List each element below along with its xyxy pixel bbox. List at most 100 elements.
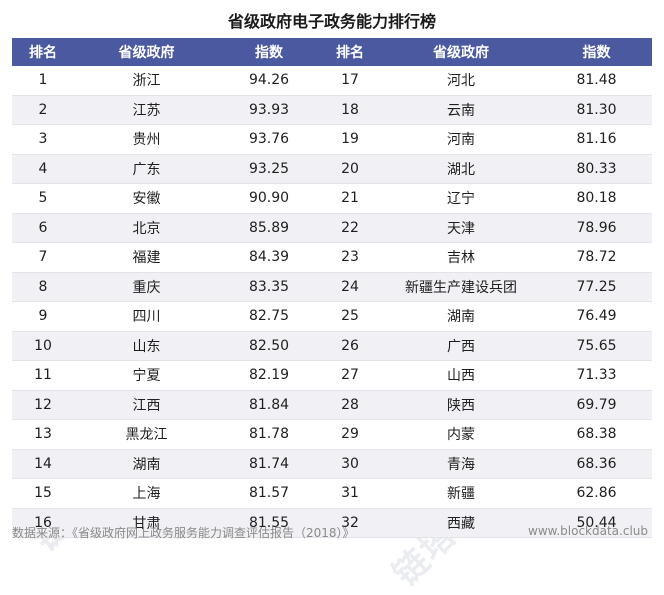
rank-cell: 5 (12, 183, 74, 214)
index-cell: 93.93 (219, 95, 319, 125)
province-cell: 重庆 (74, 272, 219, 302)
rank-cell: 27 (319, 360, 381, 391)
rank-cell: 18 (319, 95, 381, 125)
province-cell: 广东 (74, 154, 219, 184)
province-cell: 新疆生产建设兵团 (381, 272, 541, 302)
index-cell: 81.57 (219, 478, 319, 509)
rank-cell: 10 (12, 331, 74, 361)
table-row: 10 山东 82.50 26 广西 75.65 (12, 331, 652, 361)
index-cell: 68.38 (541, 419, 652, 450)
table-row: 1 浙江 94.26 17 河北 81.48 (12, 66, 652, 96)
rank-cell: 23 (319, 242, 381, 273)
rank-cell: 4 (12, 154, 74, 184)
province-cell: 辽宁 (381, 183, 541, 214)
province-cell: 新疆 (381, 478, 541, 509)
table-row: 13 黑龙江 81.78 29 内蒙 68.38 (12, 419, 652, 450)
index-cell: 78.72 (541, 242, 652, 273)
rank-cell: 9 (12, 301, 74, 332)
rank-cell: 15 (12, 478, 74, 509)
index-cell: 93.76 (219, 124, 319, 155)
rank-cell: 2 (12, 95, 74, 125)
rank-cell: 30 (319, 449, 381, 479)
rank-cell: 13 (12, 419, 74, 450)
index-cell: 81.16 (541, 124, 652, 155)
index-cell: 85.89 (219, 213, 319, 243)
index-cell: 71.33 (541, 360, 652, 391)
province-cell: 贵州 (74, 124, 219, 155)
province-cell: 四川 (74, 301, 219, 332)
ranking-table: 排名 省级政府 指数 排名 省级政府 指数 1 浙江 94.26 17 河北 81.48 2… (12, 38, 652, 538)
table-row: 4 广东 93.25 20 湖北 80.33 (12, 154, 652, 184)
table-row: 12 江西 81.84 28 陕西 69.79 (12, 390, 652, 420)
rank-cell: 22 (319, 213, 381, 243)
table-row: 7 福建 84.39 23 吉林 78.72 (12, 242, 652, 273)
index-cell: 81.84 (219, 390, 319, 420)
index-cell: 82.75 (219, 301, 319, 332)
rank-cell: 24 (319, 272, 381, 302)
index-cell: 80.33 (541, 154, 652, 184)
index-cell: 81.48 (541, 66, 652, 96)
province-cell: 云南 (381, 95, 541, 125)
rank-cell: 25 (319, 301, 381, 332)
table-row: 6 北京 85.89 22 天津 78.96 (12, 213, 652, 243)
index-cell: 76.49 (541, 301, 652, 332)
table-row: 14 湖南 81.74 30 青海 68.36 (12, 449, 652, 479)
province-cell: 山西 (381, 360, 541, 391)
rank-cell: 3 (12, 124, 74, 155)
rank-cell: 21 (319, 183, 381, 214)
province-cell: 天津 (381, 213, 541, 243)
rank-cell: 12 (12, 390, 74, 420)
index-cell: 93.25 (219, 154, 319, 184)
page-title: 省级政府电子政务能力排行榜 (227, 12, 436, 31)
province-cell: 上海 (74, 478, 219, 509)
index-cell: 75.65 (541, 331, 652, 361)
header-province: 省级政府 (74, 38, 219, 66)
index-cell: 81.74 (219, 449, 319, 479)
province-cell: 江西 (74, 390, 219, 420)
header-rank: 排名 (319, 38, 381, 66)
index-cell: 80.18 (541, 183, 652, 214)
index-cell: 69.79 (541, 390, 652, 420)
index-cell: 81.30 (541, 95, 652, 125)
province-cell: 陕西 (381, 390, 541, 420)
province-cell: 江苏 (74, 95, 219, 125)
province-cell: 湖北 (381, 154, 541, 184)
index-cell: 81.78 (219, 419, 319, 450)
rank-cell: 29 (319, 419, 381, 450)
province-cell: 山东 (74, 331, 219, 361)
rank-cell: 31 (319, 478, 381, 509)
table-row: 3 贵州 93.76 19 河南 81.16 (12, 124, 652, 155)
province-cell: 河北 (381, 66, 541, 96)
table-header-row: 排名 省级政府 指数 排名 省级政府 指数 (12, 38, 652, 66)
index-cell: 94.26 (219, 66, 319, 96)
source-note: 数据来源：《省级政府网上政务服务能力调查评估报告（2018）》 (12, 526, 355, 540)
index-cell: 62.86 (541, 478, 652, 509)
index-cell: 77.25 (541, 272, 652, 302)
province-cell: 宁夏 (74, 360, 219, 391)
rank-cell: 17 (319, 66, 381, 96)
index-cell: 82.50 (219, 331, 319, 361)
rank-cell: 19 (319, 124, 381, 155)
index-cell: 83.35 (219, 272, 319, 302)
header-index: 指数 (219, 38, 319, 66)
table-row: 9 四川 82.75 25 湖南 76.49 (12, 301, 652, 332)
province-cell: 黑龙江 (74, 419, 219, 450)
table-row: 2 江苏 93.93 18 云南 81.30 (12, 95, 652, 125)
province-cell: 青海 (381, 449, 541, 479)
footer: 数据来源：《省级政府网上政务服务能力调查评估报告（2018）》 www.bloc… (0, 520, 664, 544)
rank-cell: 20 (319, 154, 381, 184)
province-cell: 北京 (74, 213, 219, 243)
rank-cell: 8 (12, 272, 74, 302)
table-row: 11 宁夏 82.19 27 山西 71.33 (12, 360, 652, 391)
province-cell: 广西 (381, 331, 541, 361)
rank-cell: 7 (12, 242, 74, 273)
table-row: 8 重庆 83.35 24 新疆生产建设兵团 77.25 (12, 272, 652, 302)
site-url: www.blockdata.club (528, 524, 648, 538)
rank-cell: 11 (12, 360, 74, 391)
index-cell: 84.39 (219, 242, 319, 273)
rank-cell: 26 (319, 331, 381, 361)
header-province: 省级政府 (381, 38, 541, 66)
table-row: 5 安徽 90.90 21 辽宁 80.18 (12, 183, 652, 214)
index-cell: 82.19 (219, 360, 319, 391)
index-cell: 68.36 (541, 449, 652, 479)
